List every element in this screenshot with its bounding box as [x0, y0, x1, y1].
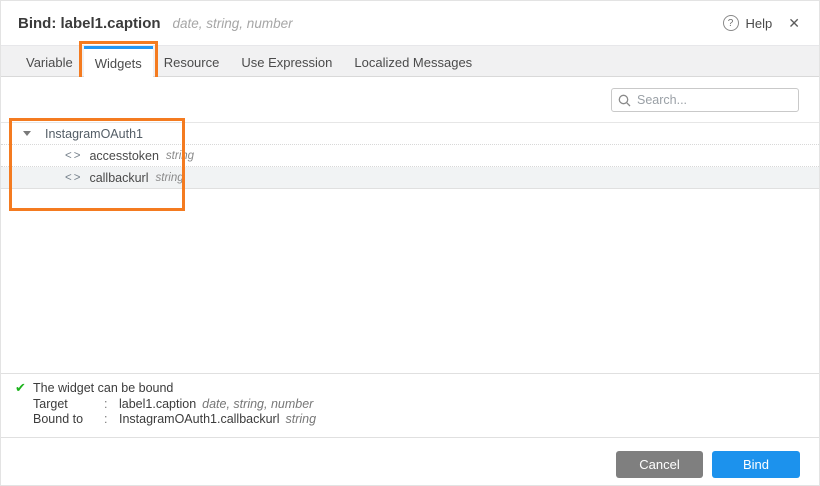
tree-node-label: callbackurl [89, 171, 148, 185]
tree-node-accesstoken[interactable]: <> accesstoken string [1, 145, 819, 167]
status-target-value: label1.caption [119, 397, 196, 411]
help-icon[interactable]: ? [723, 15, 739, 31]
tab-variable[interactable]: Variable [15, 46, 84, 76]
help-link[interactable]: Help [746, 16, 773, 31]
status-boundto-value: InstagramOAuth1.callbackurl [119, 412, 280, 426]
field-code-icon: <> [65, 150, 82, 162]
status-message: The widget can be bound [33, 381, 173, 395]
cancel-button[interactable]: Cancel [616, 451, 703, 478]
dialog-title: Bind: label1.caption [18, 15, 161, 32]
bind-button[interactable]: Bind [712, 451, 800, 478]
status-boundto-type: string [286, 412, 317, 426]
tab-bar: Variable Widgets Resource Use Expression… [1, 45, 819, 77]
caret-down-icon[interactable] [23, 131, 31, 136]
dialog-subtitle: date, string, number [173, 16, 293, 31]
colon-separator: : [104, 412, 119, 426]
tree-node-type: string [166, 150, 194, 162]
dialog-footer: Cancel Bind [1, 437, 819, 486]
field-code-icon: <> [65, 172, 82, 184]
status-target-row: Target : label1.caption date, string, nu… [33, 396, 819, 412]
tree-node-type: string [156, 172, 184, 184]
tab-use-expression[interactable]: Use Expression [230, 46, 343, 76]
status-boundto-row: Bound to : InstagramOAuth1.callbackurl s… [33, 412, 819, 428]
tree-node-label: accesstoken [89, 149, 158, 163]
widget-tree: InstagramOAuth1 <> accesstoken string <>… [1, 122, 819, 189]
tab-resource[interactable]: Resource [153, 46, 231, 76]
status-target-label: Target [33, 397, 104, 411]
tree-node-callbackurl[interactable]: <> callbackurl string [1, 167, 819, 189]
binding-status: ✔ The widget can be bound Target : label… [1, 373, 819, 437]
search-icon [618, 94, 631, 107]
tree-node-root[interactable]: InstagramOAuth1 [1, 123, 819, 145]
status-boundto-label: Bound to [33, 412, 104, 426]
check-icon: ✔ [15, 380, 33, 396]
dialog-header: Bind: label1.caption date, string, numbe… [1, 1, 819, 45]
tab-widgets[interactable]: Widgets [84, 46, 153, 77]
colon-separator: : [104, 397, 119, 411]
tree-node-label: InstagramOAuth1 [45, 127, 143, 141]
close-icon[interactable]: ✕ [788, 15, 800, 32]
tab-content: InstagramOAuth1 <> accesstoken string <>… [1, 77, 819, 373]
bind-dialog: Bind: label1.caption date, string, numbe… [0, 0, 820, 486]
search-input[interactable] [637, 93, 792, 107]
status-target-type: date, string, number [202, 397, 313, 411]
tab-localized-messages[interactable]: Localized Messages [343, 46, 483, 76]
search-box[interactable] [611, 88, 799, 112]
